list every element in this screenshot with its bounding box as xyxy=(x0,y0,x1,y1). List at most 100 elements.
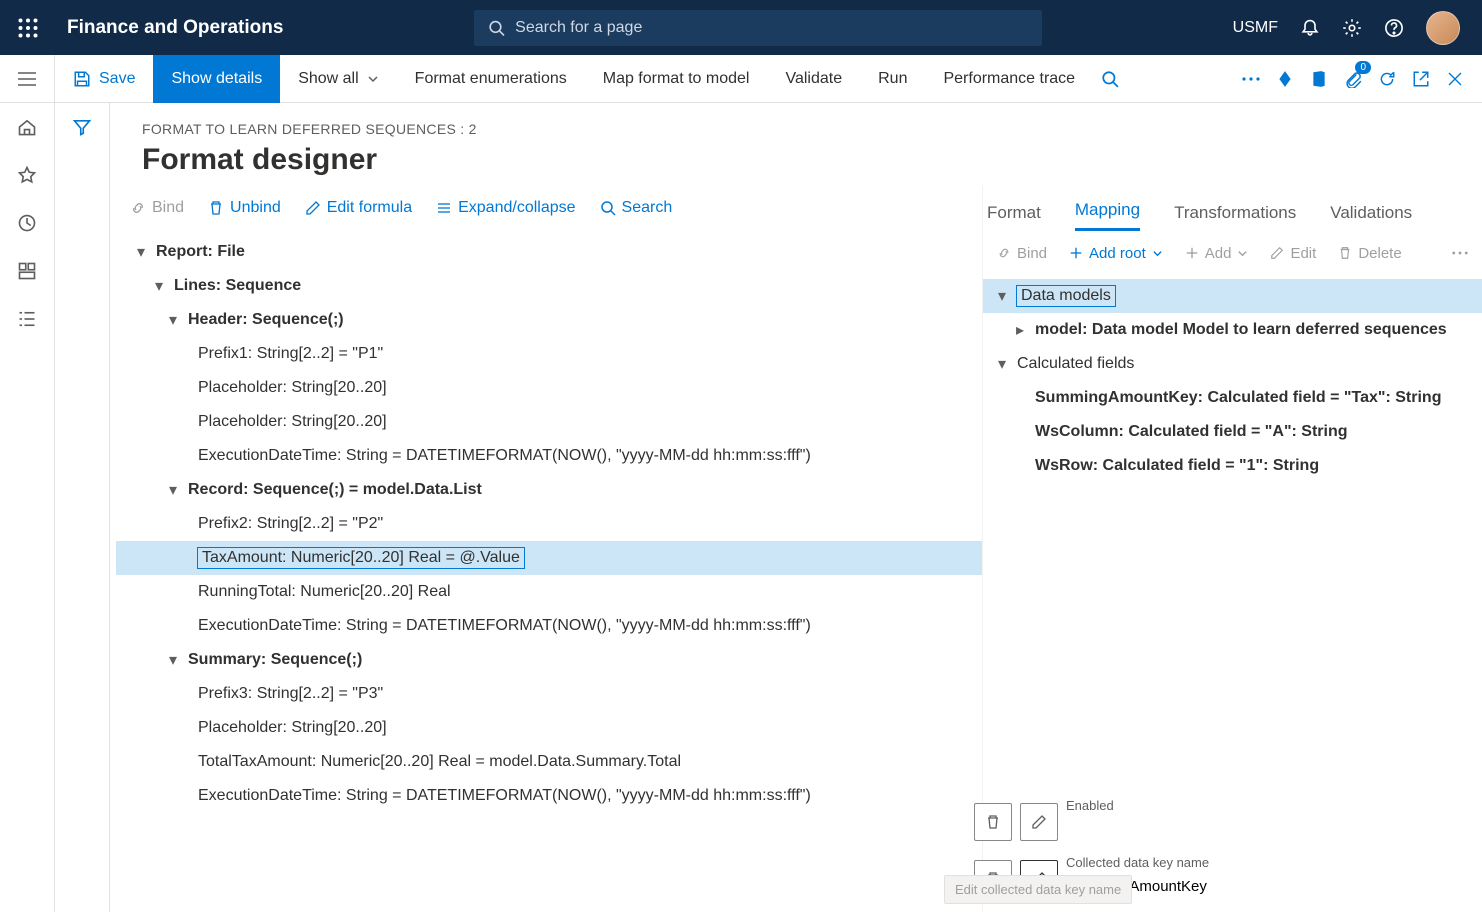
tree-node[interactable]: Prefix2: String[2..2] = "P2" xyxy=(116,507,982,541)
home-icon[interactable] xyxy=(17,117,37,137)
ds-node[interactable]: ▸model: Data model Model to learn deferr… xyxy=(983,313,1482,347)
tree-node[interactable]: ▾Summary: Sequence(;) xyxy=(116,643,982,677)
recent-icon[interactable] xyxy=(17,213,37,233)
tree-node[interactable]: ▾Header: Sequence(;) xyxy=(116,303,982,337)
pencil-icon xyxy=(305,200,321,216)
expand-collapse-button[interactable]: Expand/collapse xyxy=(426,193,585,223)
trash-icon xyxy=(985,814,1001,830)
ds-node[interactable]: WsRow: Calculated field = "1": String xyxy=(983,449,1482,483)
tree-node[interactable]: ExecutionDateTime: String = DATETIMEFORM… xyxy=(116,439,982,473)
app-launcher-icon[interactable] xyxy=(0,0,55,55)
show-all-button[interactable]: Show all xyxy=(280,55,396,103)
tree-node[interactable]: Prefix3: String[2..2] = "P3" xyxy=(116,677,982,711)
company-code[interactable]: USMF xyxy=(1233,19,1278,37)
action-search-icon[interactable] xyxy=(1093,70,1127,88)
bind-button: Bind xyxy=(120,193,194,223)
bind-label: Bind xyxy=(152,199,184,217)
plus-icon xyxy=(1069,246,1083,260)
right-more-icon[interactable] xyxy=(1442,245,1482,261)
bell-icon[interactable] xyxy=(1300,18,1320,38)
tree-node[interactable]: Prefix1: String[2..2] = "P1" xyxy=(116,337,982,371)
format-enumerations-button[interactable]: Format enumerations xyxy=(397,55,585,103)
ds-label: SummingAmountKey: Calculated field = "Ta… xyxy=(1035,389,1441,407)
tree-node[interactable]: RunningTotal: Numeric[20..20] Real xyxy=(116,575,982,609)
popout-icon[interactable] xyxy=(1404,70,1438,88)
run-button[interactable]: Run xyxy=(860,55,925,103)
tab-mapping[interactable]: Mapping xyxy=(1075,200,1140,231)
tree-node[interactable]: ▾Report: File xyxy=(116,235,982,269)
enabled-delete-button[interactable] xyxy=(974,803,1012,841)
attachments-icon[interactable]: 0 xyxy=(1336,70,1370,88)
tab-transformations[interactable]: Transformations xyxy=(1174,203,1296,231)
map-format-button[interactable]: Map format to model xyxy=(585,55,768,103)
tree-node[interactable]: ExecutionDateTime: String = DATETIMEFORM… xyxy=(116,609,982,643)
ds-label: Calculated fields xyxy=(1017,355,1134,373)
tree-label: Lines: Sequence xyxy=(174,277,301,295)
modules-icon[interactable] xyxy=(17,309,37,329)
tab-format[interactable]: Format xyxy=(987,203,1041,231)
tree-node[interactable]: Placeholder: String[20..20] xyxy=(116,405,982,439)
add-root-label: Add root xyxy=(1089,245,1146,262)
tree-label: Placeholder: String[20..20] xyxy=(198,413,387,431)
ds-label: WsRow: Calculated field = "1": String xyxy=(1035,457,1319,475)
power-app-icon[interactable] xyxy=(1268,70,1302,88)
gear-icon[interactable] xyxy=(1342,18,1362,38)
tree-node[interactable]: ExecutionDateTime: String = DATETIMEFORM… xyxy=(116,779,982,813)
tree-label: TaxAmount: Numeric[20..20] Real = @.Valu… xyxy=(198,548,524,568)
global-search[interactable] xyxy=(474,10,1042,46)
add-root-button[interactable]: Add root xyxy=(1059,239,1173,268)
user-avatar[interactable] xyxy=(1426,11,1460,45)
global-search-input[interactable] xyxy=(515,19,1028,37)
star-icon[interactable] xyxy=(17,165,37,185)
chevron-down-icon xyxy=(367,73,379,85)
show-all-label: Show all xyxy=(298,70,358,88)
refresh-icon[interactable] xyxy=(1370,70,1404,88)
more-icon[interactable] xyxy=(1234,77,1268,81)
enabled-field[interactable] xyxy=(1066,815,1464,845)
tree-node[interactable]: TotalTaxAmount: Numeric[20..20] Real = m… xyxy=(116,745,982,779)
ds-label: Data models xyxy=(1017,286,1115,306)
tree-node[interactable]: Placeholder: String[20..20] xyxy=(116,711,982,745)
filter-icon[interactable] xyxy=(72,117,92,137)
add-button: Add xyxy=(1175,239,1259,268)
tab-validations[interactable]: Validations xyxy=(1330,203,1412,231)
close-icon[interactable] xyxy=(1438,71,1472,87)
brand-title: Finance and Operations xyxy=(55,17,283,39)
ds-node[interactable]: WsColumn: Calculated field = "A": String xyxy=(983,415,1482,449)
delete-button: Delete xyxy=(1328,239,1411,268)
tree-node[interactable]: ▾Record: Sequence(;) = model.Data.List xyxy=(116,473,982,507)
validate-button[interactable]: Validate xyxy=(767,55,860,103)
run-label: Run xyxy=(878,70,907,88)
perf-trace-label: Performance trace xyxy=(943,70,1075,88)
tree-node[interactable]: ▾Lines: Sequence xyxy=(116,269,982,303)
show-details-button[interactable]: Show details xyxy=(153,55,280,103)
tree-label: Report: File xyxy=(156,243,245,261)
ds-node-selected[interactable]: ▾Data models xyxy=(983,279,1482,313)
save-button[interactable]: Save xyxy=(55,55,153,103)
help-icon[interactable] xyxy=(1384,18,1404,38)
office-icon[interactable] xyxy=(1302,70,1336,88)
keyname-label: Collected data key name xyxy=(1066,855,1464,870)
tooltip: Edit collected data key name xyxy=(944,875,1132,904)
save-icon xyxy=(73,70,91,88)
trash-icon xyxy=(1338,246,1352,260)
edit-button: Edit xyxy=(1260,239,1326,268)
enabled-edit-button[interactable] xyxy=(1020,803,1058,841)
workspace-icon[interactable] xyxy=(17,261,37,281)
right-bind-button: Bind xyxy=(987,239,1057,268)
ds-node[interactable]: SummingAmountKey: Calculated field = "Ta… xyxy=(983,381,1482,415)
tree-label: Summary: Sequence(;) xyxy=(188,651,362,669)
tree-node[interactable]: Placeholder: String[20..20] xyxy=(116,371,982,405)
edit-formula-button[interactable]: Edit formula xyxy=(295,193,422,223)
hamburger-icon[interactable] xyxy=(0,55,55,103)
tree-label: RunningTotal: Numeric[20..20] Real xyxy=(198,583,451,601)
ds-node[interactable]: ▾Calculated fields xyxy=(983,347,1482,381)
edit-label: Edit xyxy=(1290,245,1316,262)
tree-search-button[interactable]: Search xyxy=(590,193,683,223)
tree-node-selected[interactable]: TaxAmount: Numeric[20..20] Real = @.Valu… xyxy=(116,541,982,575)
performance-trace-button[interactable]: Performance trace xyxy=(925,55,1093,103)
tree-label: Placeholder: String[20..20] xyxy=(198,379,387,397)
unbind-button[interactable]: Unbind xyxy=(198,193,291,223)
edit-formula-label: Edit formula xyxy=(327,199,412,217)
search-label: Search xyxy=(622,199,673,217)
